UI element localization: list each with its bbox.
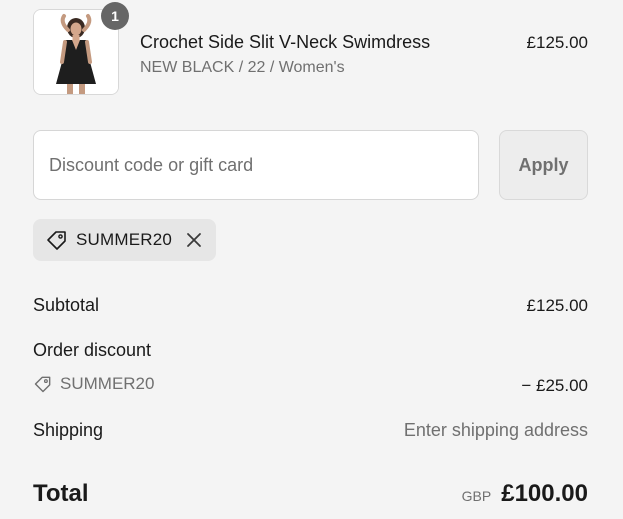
discount-code-text: SUMMER20 (60, 374, 155, 393)
discount-code-input[interactable] (34, 131, 478, 199)
discount-code-line: SUMMER20 (33, 374, 154, 394)
total-amount: GBP £100.00 (462, 480, 588, 508)
subtotal-value: £125.00 (526, 296, 588, 315)
total-currency: GBP (461, 488, 492, 504)
discount-amount: − £25.00 (521, 376, 588, 395)
shipping-label: Shipping (33, 420, 104, 440)
product-price: £125.00 (526, 33, 588, 52)
shipping-value: Enter shipping address (403, 420, 588, 440)
quantity-badge: 1 (101, 2, 129, 30)
total-label: Total (33, 480, 89, 507)
tag-icon (33, 374, 53, 394)
order-discount-label: Order discount (33, 340, 152, 360)
product-name: Crochet Side Slit V-Neck Swimdress (140, 32, 431, 52)
close-icon (187, 233, 201, 247)
applied-code-label: SUMMER20 (76, 230, 173, 249)
subtotal-label: Subtotal (33, 295, 100, 315)
tag-icon (45, 228, 69, 252)
apply-button[interactable]: Apply (499, 130, 588, 200)
applied-discount-tag: SUMMER20 (33, 219, 217, 261)
discount-field (33, 130, 479, 200)
product-variant: NEW BLACK / 22 / Women's (140, 59, 345, 76)
remove-discount-button[interactable] (184, 230, 204, 250)
total-value: £100.00 (501, 480, 588, 507)
